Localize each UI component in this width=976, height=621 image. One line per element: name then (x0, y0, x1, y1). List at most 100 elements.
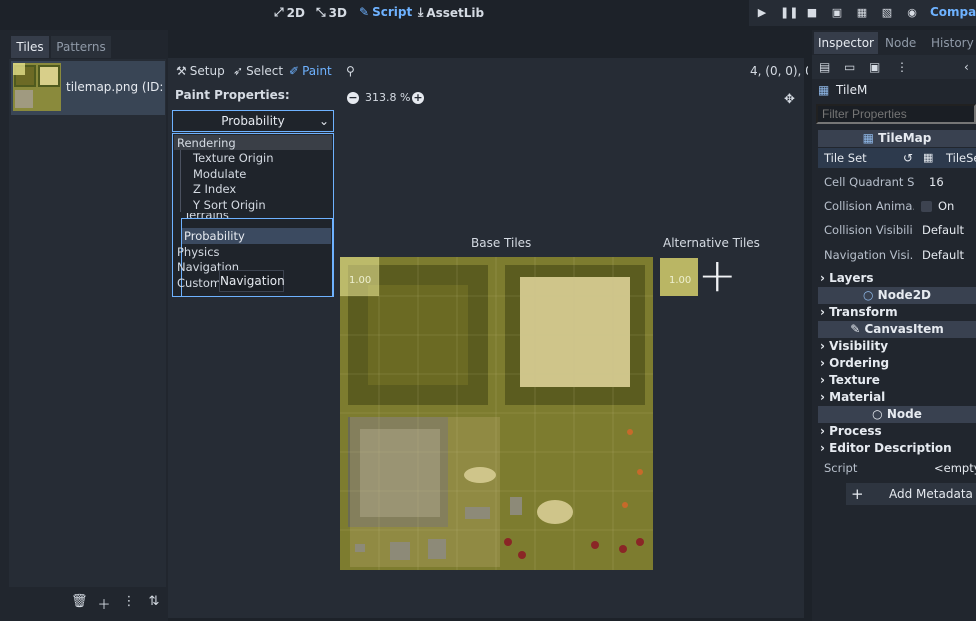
tile-atlas-image (340, 257, 653, 570)
list-item-rendering[interactable]: Rendering (177, 136, 236, 150)
brush-icon: ✐ (289, 64, 300, 78)
filter-properties-input[interactable] (816, 104, 976, 124)
section-tilemap: ▦ TileMap (818, 130, 976, 147)
group-visibility[interactable]: › Visibility (820, 339, 888, 353)
revert-icon[interactable]: ↺ (903, 151, 913, 165)
3d-icon: ⤡ (316, 5, 326, 19)
tab-inspector[interactable]: Inspector (814, 32, 878, 54)
property-value-navigation-visibility[interactable]: Default (922, 248, 964, 262)
play-scene-icon[interactable]: ▣ (830, 6, 844, 20)
list-item-custom[interactable]: Custom (177, 276, 221, 290)
play-custom-icon[interactable]: ▧ (880, 6, 894, 20)
trash-icon[interactable]: 🗑 (71, 594, 88, 609)
tab-history[interactable]: History (931, 32, 974, 54)
group-texture[interactable]: › Texture (820, 373, 880, 387)
workspace-3d-button[interactable]: ⤡ 3D (316, 5, 347, 20)
select-tool-button[interactable]: ➶ Select (233, 64, 283, 78)
setup-tool-button[interactable]: ⚒ Setup (176, 64, 225, 78)
cursor-icon: ➶ (233, 64, 244, 78)
pause-icon[interactable]: ❚❚ (780, 6, 798, 20)
tooltip: Navigation (219, 270, 285, 292)
list-item-physics[interactable]: Physics (177, 245, 220, 259)
open-folder-icon[interactable]: ▭ (844, 60, 855, 74)
list-item-z-index[interactable]: Z Index (193, 182, 236, 196)
save-icon[interactable]: ▣ (869, 60, 880, 74)
tile-source-thumbnail (13, 63, 61, 111)
kebab-menu-icon[interactable]: ⋮ (121, 594, 137, 609)
property-value-cell-quadrant[interactable]: 16 (929, 175, 944, 189)
workspace-2d-button[interactable]: ⤢ 2D (274, 5, 305, 20)
base-tiles-label: Base Tiles (471, 236, 532, 250)
tree-guide-line (180, 150, 181, 212)
script-icon: ✎ (359, 5, 370, 19)
new-resource-icon[interactable]: ▤ (819, 60, 830, 74)
node-icon: ○ (872, 407, 883, 421)
chevron-left-icon[interactable]: ‹ (964, 60, 969, 74)
tile-probability-label: 1.00 (349, 275, 372, 286)
inspected-object-name: TileM (836, 83, 868, 97)
property-value-tile-set[interactable]: TileSe (946, 151, 976, 165)
property-value-collision-animatable: On (938, 199, 955, 213)
section-node2d: ○ Node2D (818, 287, 976, 304)
list-item-texture-origin[interactable]: Texture Origin (193, 151, 274, 165)
alternative-tile[interactable]: 1.00 (660, 258, 698, 296)
assetlib-icon: ⤓ (418, 5, 424, 19)
group-editor-description[interactable]: › Editor Description (820, 441, 952, 455)
property-name-collision-visibility: Collision Visibili... (824, 223, 914, 237)
wrench-icon: ⚒ (176, 64, 187, 78)
tile-source-label: tilemap.png (ID: ... (66, 80, 179, 94)
list-item-modulate[interactable]: Modulate (193, 167, 246, 181)
zoom-level[interactable]: 313.8 % (365, 91, 410, 104)
play-icon[interactable]: ▶ (755, 6, 769, 20)
stop-icon[interactable]: ■ (805, 6, 819, 20)
property-value-script[interactable]: <empty> (934, 461, 976, 475)
picker-tool-button[interactable]: ⚲ (346, 64, 355, 78)
tile-atlas[interactable]: 1.00 (340, 257, 653, 570)
property-name-navigation-visibility: Navigation Visi... (824, 248, 914, 262)
canvasitem-icon: ✎ (850, 322, 861, 336)
tab-node[interactable]: Node (885, 32, 916, 54)
zoom-out-icon[interactable]: − (347, 92, 359, 104)
tileset-icon: ▦ (923, 151, 934, 164)
list-item-y-sort-origin[interactable]: Y Sort Origin (193, 198, 266, 212)
inspector-toolbar (812, 55, 976, 79)
renderer-label[interactable]: Compat (930, 5, 976, 19)
section-node: ○ Node (818, 406, 976, 423)
workspace-script-button[interactable]: ✎ Script (359, 5, 412, 19)
add-icon[interactable]: ＋ (96, 594, 112, 613)
property-name-cell-quadrant: Cell Quadrant S... (824, 175, 914, 189)
pan-icon[interactable]: ✥ (784, 92, 795, 107)
group-process[interactable]: › Process (820, 424, 882, 438)
tilemap-thumbnail-image (13, 63, 61, 111)
tab-patterns[interactable]: Patterns (51, 36, 111, 58)
sort-icon[interactable]: ⇅ (146, 594, 162, 609)
zoom-in-icon[interactable]: + (412, 92, 424, 104)
kebab-menu-icon[interactable]: ⋮ (896, 60, 908, 74)
add-icon: + (851, 485, 864, 503)
add-metadata-button[interactable]: + Add Metadata (846, 483, 976, 505)
group-material[interactable]: › Material (820, 390, 885, 404)
property-name-tile-set: Tile Set (824, 151, 867, 165)
tab-tiles[interactable]: Tiles (11, 36, 49, 58)
tile-source-list (9, 59, 166, 587)
group-layers[interactable]: › Layers (820, 271, 874, 285)
play-current-icon[interactable]: ▦ (855, 6, 869, 20)
eyedropper-icon: ⚲ (346, 64, 355, 78)
property-value-collision-visibility[interactable]: Default (922, 223, 964, 237)
property-name-collision-animatable: Collision Anima... (824, 199, 914, 213)
add-alternative-icon[interactable]: + (698, 252, 737, 298)
tile-coordinates: 4, (0, 0), 0 (750, 64, 813, 78)
list-item-probability[interactable]: Probability (184, 229, 245, 243)
2d-icon: ⤢ (274, 5, 284, 19)
paint-property-select[interactable]: Probability ⌄ (172, 110, 334, 132)
alt-probability-label: 1.00 (669, 275, 692, 286)
paint-tool-button[interactable]: ✐ Paint (289, 64, 332, 78)
group-ordering[interactable]: › Ordering (820, 356, 889, 370)
tilemap-icon: ▦ (862, 131, 874, 145)
collision-animatable-checkbox[interactable] (921, 201, 932, 212)
group-transform[interactable]: › Transform (820, 305, 898, 319)
workspace-assetlib-button[interactable]: ⤓ AssetLib (418, 5, 484, 20)
node2d-icon: ○ (863, 288, 874, 302)
section-canvasitem: ✎ CanvasItem (818, 321, 976, 338)
movie-maker-icon[interactable]: ◉ (905, 6, 919, 20)
